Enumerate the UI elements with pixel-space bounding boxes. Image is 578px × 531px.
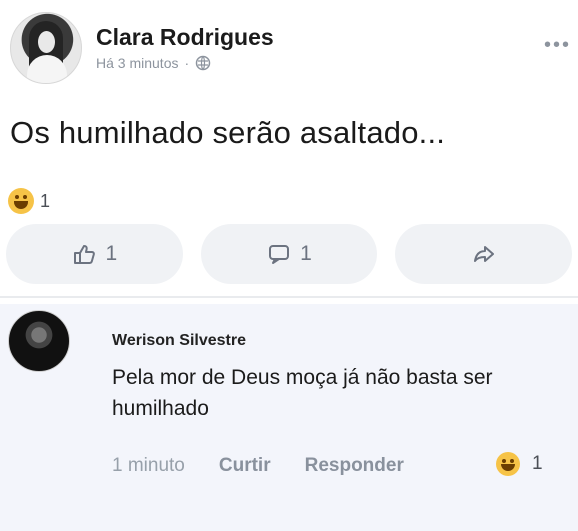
comment-button[interactable]: 1 [200, 224, 378, 284]
like-count: 1 [105, 242, 118, 265]
post-action-bar: 1 1 [0, 224, 578, 284]
comment-time[interactable]: 1 minuto [112, 455, 185, 477]
like-button[interactable]: 1 [6, 224, 183, 284]
meta-separator: · [184, 55, 190, 71]
comment-reaction-count: 1 [532, 453, 543, 474]
comment-reply-button[interactable]: Responder [305, 455, 404, 477]
comment-author-name[interactable]: Werison Silvestre [112, 332, 246, 350]
comment-count: 1 [300, 242, 312, 265]
more-options-icon[interactable]: ••• [544, 35, 571, 55]
comment-text: Pela mor de Deus moça já não basta ser h… [112, 366, 493, 420]
laugh-emoji-icon [8, 188, 34, 214]
author-avatar[interactable] [10, 12, 82, 84]
post-time[interactable]: Há 3 minutos [96, 55, 178, 71]
post-card: Clara Rodrigues Há 3 minutos · ••• Os hu… [0, 0, 578, 300]
comment-laugh-emoji-icon [496, 452, 520, 476]
comment-like-button[interactable]: Curtir [219, 455, 271, 477]
thumbs-up-icon [74, 245, 96, 264]
post-reactions[interactable]: 1 [8, 188, 50, 214]
share-button[interactable] [395, 224, 573, 284]
post-reaction-count: 1 [40, 190, 51, 211]
post-author-name[interactable]: Clara Rodrigues [96, 24, 274, 51]
post-text: Os humilhado serão asaltado... [10, 115, 446, 150]
commenter-avatar[interactable] [8, 310, 70, 372]
share-arrow-icon [473, 246, 494, 262]
avatar-face [38, 31, 55, 53]
comment-reactions[interactable]: 1 [496, 452, 543, 476]
globe-icon [195, 55, 211, 71]
post-meta: Há 3 minutos · [96, 55, 211, 71]
comment-actions: 1 minuto Curtir Responder [112, 455, 404, 477]
comment-bubble-icon [269, 245, 290, 264]
section-divider [0, 296, 578, 298]
